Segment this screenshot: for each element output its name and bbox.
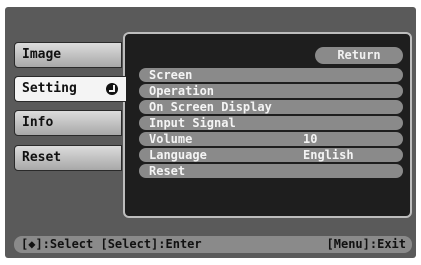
menu-item-on-screen-display[interactable]: On Screen Display	[139, 100, 403, 114]
menu-item-operation[interactable]: Operation	[139, 84, 403, 98]
menu-item-value: 10	[303, 132, 318, 146]
help-navigation-hint: [◆]:Select [Select]:Enter	[21, 237, 202, 251]
menu-item-label: On Screen Display	[149, 100, 272, 114]
tab-label: Info	[22, 115, 54, 130]
tab-label: Image	[22, 47, 62, 62]
help-exit-hint: [Menu]:Exit	[326, 237, 406, 251]
menu-item-label: Screen	[149, 68, 193, 82]
tab-label: Reset	[22, 150, 62, 165]
settings-panel: Return Screen Operation On Screen Displa…	[123, 32, 412, 218]
menu-item-label: Reset	[149, 164, 186, 178]
tab-image[interactable]: Image	[14, 42, 122, 68]
return-button[interactable]: Return	[315, 47, 403, 64]
menu-item-label: Input Signal	[149, 116, 236, 130]
help-bar: [◆]:Select [Select]:Enter [Menu]:Exit	[14, 236, 412, 253]
menu-item-volume[interactable]: Volume 10	[139, 132, 403, 146]
tab-reset[interactable]: Reset	[14, 145, 122, 171]
menu-item-label: Language	[149, 148, 207, 162]
menu-item-value: English	[303, 148, 354, 162]
selected-check-icon	[106, 83, 118, 95]
projector-osd-menu: Image Setting Info Reset Return Screen O…	[5, 7, 416, 258]
menu-item-label: Operation	[149, 84, 215, 98]
menu-item-label: Volume	[149, 132, 193, 146]
menu-item-screen[interactable]: Screen	[139, 68, 403, 82]
menu-item-language[interactable]: Language English	[139, 148, 403, 162]
tab-info[interactable]: Info	[14, 110, 122, 136]
menu-item-reset[interactable]: Reset	[139, 164, 403, 178]
tab-label: Setting	[22, 81, 77, 96]
tab-setting[interactable]: Setting	[14, 76, 126, 102]
menu-item-input-signal[interactable]: Input Signal	[139, 116, 403, 130]
